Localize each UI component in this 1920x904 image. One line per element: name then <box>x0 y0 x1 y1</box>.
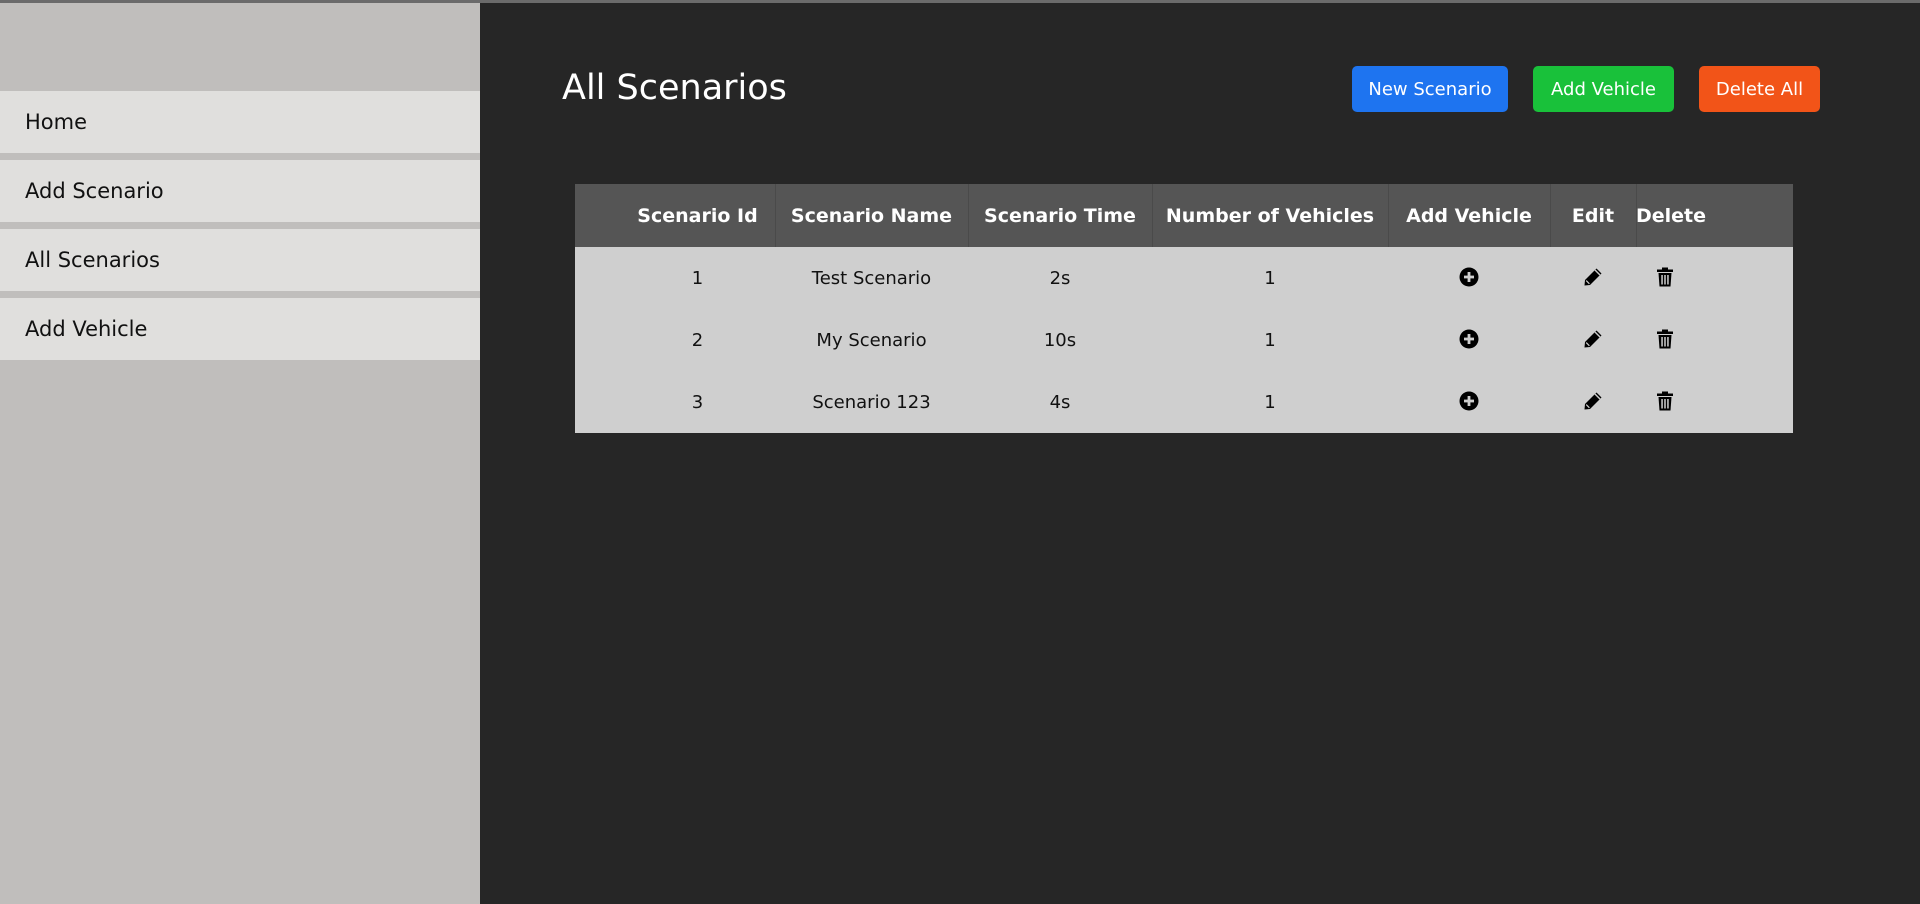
cell-scenario-name: Scenario 123 <box>812 391 931 413</box>
column-header-edit: Edit <box>1550 184 1636 247</box>
cell-scenario-time: 10s <box>1043 329 1077 351</box>
plus-circle-icon[interactable] <box>1456 264 1482 290</box>
cell-scenario-time: 4s <box>1049 391 1071 413</box>
column-header-scenario-time: Scenario Time <box>968 184 1152 247</box>
delete-all-button[interactable]: Delete All <box>1699 66 1820 112</box>
sidebar-item-label: Add Vehicle <box>25 317 148 341</box>
sidebar-item-label: Home <box>25 110 88 134</box>
sidebar-item-add-scenario[interactable]: Add Scenario <box>0 160 480 222</box>
cell-scenario-name: Test Scenario <box>811 267 932 289</box>
page-title: All Scenarios <box>562 68 787 108</box>
cell-scenario-id: 2 <box>691 329 704 351</box>
main-content: All Scenarios New Scenario Add Vehicle D… <box>480 3 1920 904</box>
sidebar-item-home[interactable]: Home <box>0 91 480 153</box>
cell-delete <box>1636 309 1793 371</box>
cell-delete <box>1636 247 1793 309</box>
table-row: 2 My Scenario 10s 1 <box>575 309 1793 371</box>
cell-number-of-vehicles: 1 <box>1264 391 1276 413</box>
new-scenario-button[interactable]: New Scenario <box>1352 66 1508 112</box>
trash-icon[interactable] <box>1652 388 1678 414</box>
table-row: 1 Test Scenario 2s 1 <box>575 247 1793 309</box>
cell-add-vehicle <box>1388 371 1550 433</box>
sidebar-item-label: Add Scenario <box>25 179 164 203</box>
plus-circle-icon[interactable] <box>1456 388 1482 414</box>
add-vehicle-button[interactable]: Add Vehicle <box>1533 66 1674 112</box>
table-header-row: Scenario Id Scenario Name Scenario Time … <box>575 184 1793 247</box>
table-row: 3 Scenario 123 4s 1 <box>575 371 1793 433</box>
pencil-icon[interactable] <box>1580 388 1606 414</box>
cell-delete <box>1636 371 1793 433</box>
cell-scenario-id: 1 <box>691 267 704 289</box>
sidebar: Home Add Scenario All Scenarios Add Vehi… <box>0 3 480 904</box>
sidebar-item-label: All Scenarios <box>25 248 160 272</box>
cell-add-vehicle <box>1388 247 1550 309</box>
cell-edit <box>1550 247 1636 309</box>
column-header-number-of-vehicles: Number of Vehicles <box>1152 184 1388 247</box>
cell-edit <box>1550 371 1636 433</box>
sidebar-item-all-scenarios[interactable]: All Scenarios <box>0 229 480 291</box>
column-header-add-vehicle: Add Vehicle <box>1388 184 1550 247</box>
cell-number-of-vehicles: 1 <box>1264 267 1276 289</box>
column-header-delete: Delete <box>1636 184 1793 247</box>
cell-scenario-id: 3 <box>691 391 704 413</box>
sidebar-item-add-vehicle[interactable]: Add Vehicle <box>0 298 480 360</box>
table-body: 1 Test Scenario 2s 1 2 My Scenario 10s 1… <box>575 247 1793 433</box>
cell-scenario-name: My Scenario <box>816 329 927 351</box>
plus-circle-icon[interactable] <box>1456 326 1482 352</box>
trash-icon[interactable] <box>1652 264 1678 290</box>
pencil-icon[interactable] <box>1580 264 1606 290</box>
cell-scenario-time: 2s <box>1049 267 1071 289</box>
pencil-icon[interactable] <box>1580 326 1606 352</box>
trash-icon[interactable] <box>1652 326 1678 352</box>
scenarios-table: Scenario Id Scenario Name Scenario Time … <box>575 184 1793 433</box>
table-header: Scenario Id Scenario Name Scenario Time … <box>575 184 1793 247</box>
scenarios-table-container: Scenario Id Scenario Name Scenario Time … <box>575 184 1793 433</box>
cell-edit <box>1550 309 1636 371</box>
column-header-scenario-id: Scenario Id <box>637 204 758 227</box>
column-header-scenario-name: Scenario Name <box>775 184 968 247</box>
cell-add-vehicle <box>1388 309 1550 371</box>
cell-number-of-vehicles: 1 <box>1264 329 1276 351</box>
